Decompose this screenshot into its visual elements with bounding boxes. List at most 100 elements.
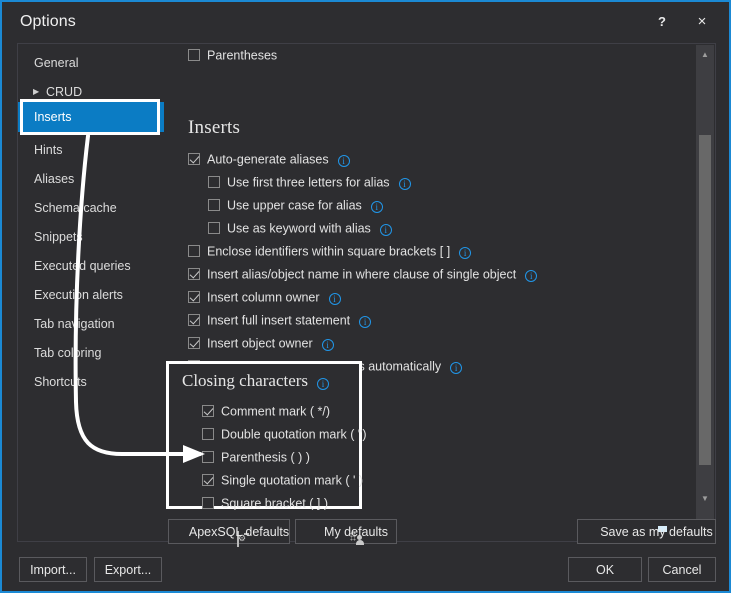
checkbox-use-upper-case-for-alias[interactable] [208,199,220,211]
button-label: OK [569,558,641,581]
sidebar-item-label: Aliases [34,172,74,186]
checkbox-auto-generate-aliases[interactable] [188,153,200,165]
info-icon[interactable]: i [459,247,471,259]
option-label: Insert column owner [207,291,320,305]
apexsql-defaults-button[interactable]: ApexSQL defaults [168,519,290,544]
checkbox-use-first-three-letters-for-alias[interactable] [208,176,220,188]
checkbox-single-quotation-mark[interactable] [202,474,214,486]
sidebar-item-tab-navigation[interactable]: Tab navigation [18,309,164,339]
cancel-button[interactable]: Cancel [648,557,716,582]
option-label: Insert alias/object name in where clause… [207,268,516,282]
info-icon[interactable]: i [317,378,329,390]
option-label: Comment mark ( */) [221,405,330,419]
option-label: Use as keyword with alias [227,222,371,236]
button-label: ApexSQL defaults [169,520,289,543]
option-single-quotation-mark[interactable]: Single quotation mark ( ' ) [202,473,363,495]
checkbox-insert-alias-object-name-where-clause[interactable] [188,268,200,280]
info-icon[interactable]: i [450,362,462,374]
sidebar-item-snippets[interactable]: Snippets [18,222,164,252]
content-scrollbar[interactable]: ▲ ▼ [696,45,714,541]
option-square-bracket[interactable]: Square bracket ( ] ) [202,496,328,518]
option-label: Use upper case for alias [227,199,362,213]
option-double-quotation-mark[interactable]: Double quotation mark ( ") [202,427,366,449]
sidebar-item-label: Schema cache [34,201,117,215]
checkbox-enclose-identifiers-square-brackets[interactable] [188,245,200,257]
info-icon[interactable]: i [525,270,537,282]
info-icon[interactable]: i [359,316,371,328]
checkbox-insert-column-owner[interactable] [188,291,200,303]
option-comment-mark[interactable]: Comment mark ( */) [202,404,330,426]
option-label: Auto-generate aliases [207,153,329,167]
export-button[interactable]: Export... [94,557,162,582]
sidebar-item-aliases[interactable]: Aliases [18,164,164,194]
button-label: Cancel [649,558,715,581]
save-as-my-defaults-button[interactable]: Save as my defaults [577,519,716,544]
checkbox-comment-mark[interactable] [202,405,214,417]
option-auto-generate-aliases[interactable]: Auto-generate aliases i [188,152,350,174]
dialog-body: General ▶CRUD Inserts Hints Aliases Sche… [17,43,716,542]
option-label: Parentheses [207,49,277,63]
close-icon[interactable]: × [687,8,717,36]
checkbox-use-as-keyword-with-alias[interactable] [208,222,220,234]
sidebar-item-execution-alerts[interactable]: Execution alerts [18,280,164,310]
sidebar: General ▶CRUD Inserts Hints Aliases Sche… [18,44,164,541]
option-parenthesis[interactable]: Parenthesis ( ) ) [202,450,310,472]
option-label: Square bracket ( ] ) [221,497,328,511]
info-icon[interactable]: i [322,339,334,351]
option-label: Insert full insert statement [207,314,350,328]
checkbox-double-quotation-mark[interactable] [202,428,214,440]
scroll-down-arrow-icon[interactable]: ▼ [696,490,714,508]
option-use-first-three-letters-for-alias[interactable]: Use first three letters for aliasi [208,175,411,197]
checkbox-parentheses[interactable] [188,49,200,61]
option-label: Parenthesis ( ) ) [221,451,310,465]
option-parentheses[interactable]: Parentheses [188,48,277,70]
sidebar-item-schema-cache[interactable]: Schema cache [18,193,164,223]
checkbox-insert-object-owner[interactable] [188,337,200,349]
scrollbar-thumb[interactable] [699,135,711,465]
info-icon[interactable]: i [329,293,341,305]
closing-characters-title: Closing charactersi [182,371,329,391]
button-label: Import... [20,558,86,581]
option-insert-object-owner[interactable]: Insert object owneri [188,336,334,358]
sidebar-item-executed-queries[interactable]: Executed queries [18,251,164,281]
option-insert-full-insert-statement[interactable]: Insert full insert statement i [188,313,371,335]
sidebar-item-label: Tab navigation [34,317,115,331]
sidebar-item-label: Tab coloring [34,346,101,360]
button-label: Save as my defaults [578,520,715,543]
closing-characters-group: Closing charactersi Comment mark ( */) D… [166,361,362,509]
sidebar-item-label: General [34,56,78,70]
sidebar-item-label: Shortcuts [34,375,87,389]
info-icon[interactable]: i [380,224,392,236]
window-title: Options [20,13,76,31]
option-label: Double quotation mark ( ") [221,428,366,442]
sidebar-item-inserts[interactable]: Inserts [18,102,164,132]
option-label: Enclose identifiers within square bracke… [207,245,450,259]
sidebar-item-label: Inserts [34,110,72,124]
help-icon[interactable]: ? [647,8,677,36]
button-label: Export... [95,558,161,581]
my-defaults-button[interactable]: My defaults [295,519,397,544]
options-dialog: Options ? × General ▶CRUD Inserts Hints … [0,0,731,593]
option-insert-alias-object-name-where-clause[interactable]: Insert alias/object name in where clause… [188,267,537,289]
ok-button[interactable]: OK [568,557,642,582]
sidebar-item-general[interactable]: General [18,48,164,78]
checkbox-parenthesis[interactable] [202,451,214,463]
option-enclose-identifiers-square-brackets[interactable]: Enclose identifiers within square bracke… [188,244,471,266]
scroll-up-arrow-icon[interactable]: ▲ [696,46,714,64]
sidebar-item-shortcuts[interactable]: Shortcuts [18,367,164,397]
sidebar-item-label: Snippets [34,230,83,244]
checkbox-insert-full-insert-statement[interactable] [188,314,200,326]
sidebar-item-label: Execution alerts [34,288,123,302]
info-icon[interactable]: i [399,178,411,190]
import-button[interactable]: Import... [19,557,87,582]
info-icon[interactable]: i [371,201,383,213]
sidebar-item-label: Hints [34,143,62,157]
option-insert-column-owner[interactable]: Insert column owner i [188,290,341,312]
checkbox-square-bracket[interactable] [202,497,214,509]
sidebar-item-tab-coloring[interactable]: Tab coloring [18,338,164,368]
info-icon[interactable]: i [338,155,350,167]
option-use-upper-case-for-alias[interactable]: Use upper case for alias i [208,198,383,220]
sidebar-item-label: Executed queries [34,259,131,273]
sidebar-item-hints[interactable]: Hints [18,135,164,165]
option-use-as-keyword-with-alias[interactable]: Use as keyword with alias i [208,221,392,243]
